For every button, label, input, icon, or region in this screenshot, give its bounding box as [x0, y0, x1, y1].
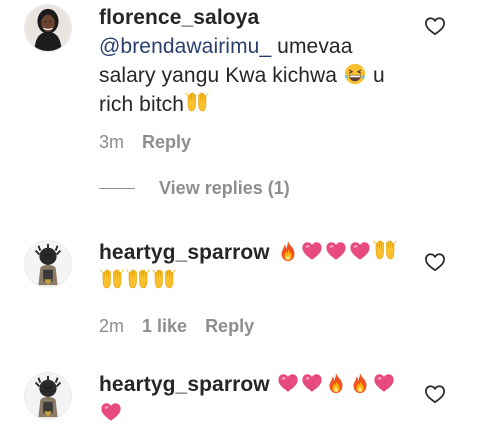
avatar-image [25, 5, 71, 51]
pink-heart-emoji [373, 372, 395, 394]
comment-username[interactable]: heartyg_sparrow [99, 241, 270, 264]
like-heart-icon[interactable] [424, 252, 446, 272]
avatar[interactable] [24, 4, 72, 52]
fire-emoji [277, 240, 299, 262]
comment-username[interactable]: florence_saloya [99, 6, 259, 29]
avatar-image [25, 241, 71, 287]
avatar-image [25, 373, 71, 419]
comment-meta: 3m Reply [99, 132, 191, 153]
comment-time: 3m [99, 132, 125, 152]
raised-hands-emoji [185, 90, 209, 114]
pink-heart-emoji [325, 240, 347, 262]
raised-hands-emoji [373, 238, 397, 262]
replies-divider [99, 188, 135, 189]
fire-emoji [325, 372, 347, 394]
comment-body: florence_saloya @brendawairimu_ umevaa s… [99, 3, 409, 119]
raised-hands-emoji [126, 267, 150, 291]
pink-heart-emoji [301, 240, 323, 262]
comment-meta: 2m 1 like Reply [99, 316, 254, 337]
mention-link[interactable]: @brendawairimu_ [99, 35, 271, 58]
pink-heart-emoji [100, 401, 122, 423]
comment-text: salary yangu Kwa kichwa [99, 64, 338, 87]
fire-emoji [349, 372, 371, 394]
comment-body: heartyg_sparrow [99, 238, 409, 296]
pink-heart-emoji [301, 372, 323, 394]
reply-button[interactable]: Reply [142, 132, 191, 153]
raised-hands-emoji [100, 267, 124, 291]
view-replies-label: View replies (1) [159, 178, 290, 198]
comment-text: u [367, 64, 385, 87]
comment-text: umevaa [271, 35, 353, 58]
like-heart-icon[interactable] [424, 384, 446, 404]
pink-heart-emoji [349, 240, 371, 262]
comment-body: heartyg_sparrow [99, 370, 409, 428]
raised-hands-emoji [152, 267, 176, 291]
comment-time: 2m [99, 316, 125, 336]
likes-count[interactable]: 1 like [142, 316, 187, 337]
pink-heart-emoji [277, 372, 299, 394]
avatar[interactable] [24, 372, 72, 420]
reply-button[interactable]: Reply [205, 316, 254, 337]
avatar[interactable] [24, 240, 72, 288]
view-replies-button[interactable]: View replies (1) [99, 178, 290, 199]
comment-text: rich bitch [99, 93, 185, 116]
grinning-squinting-emoji [344, 63, 366, 85]
like-heart-icon[interactable] [424, 16, 446, 36]
comment-username[interactable]: heartyg_sparrow [99, 373, 270, 396]
